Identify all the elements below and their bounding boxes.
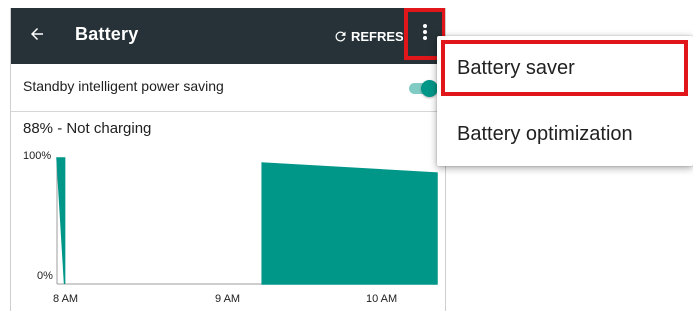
battery-area-segment-2 [261, 162, 438, 285]
x-tick-8am: 8 AM [53, 293, 79, 305]
chart-canvas [56, 157, 438, 285]
battery-area-segment-1 [56, 157, 66, 285]
standby-toggle[interactable] [407, 80, 438, 97]
menu-item-battery-saver[interactable]: Battery saver [437, 38, 693, 98]
y-tick-100: 100% [23, 150, 52, 162]
stage: Battery REFRESH [0, 0, 693, 311]
y-tick-0: 0% [37, 270, 53, 282]
back-button[interactable] [17, 16, 57, 56]
standby-setting-row[interactable]: Standby intelligent power saving [11, 64, 445, 112]
page-title: Battery [75, 24, 139, 44]
battery-screen: Battery REFRESH [10, 8, 446, 311]
battery-usage-chart: 100% 0% 8 AM 9 AM 10 AM [11, 144, 445, 311]
more-vert-icon [422, 23, 428, 46]
refresh-label: REFRESH [351, 28, 403, 44]
app-bar: Battery REFRESH [11, 8, 445, 64]
battery-status: 88% - Not charging [23, 120, 152, 137]
refresh-button[interactable]: REFRESH [333, 22, 403, 50]
menu-item-battery-optimization[interactable]: Battery optimization [437, 104, 693, 164]
x-tick-10am: 10 AM [366, 293, 398, 305]
arrow-back-icon [28, 25, 46, 48]
standby-label: Standby intelligent power saving [23, 78, 224, 94]
x-tick-9am: 9 AM [215, 293, 241, 305]
overflow-popup-menu: Battery saver Battery optimization [437, 36, 693, 166]
toggle-thumb [421, 80, 438, 97]
refresh-icon [333, 29, 348, 44]
